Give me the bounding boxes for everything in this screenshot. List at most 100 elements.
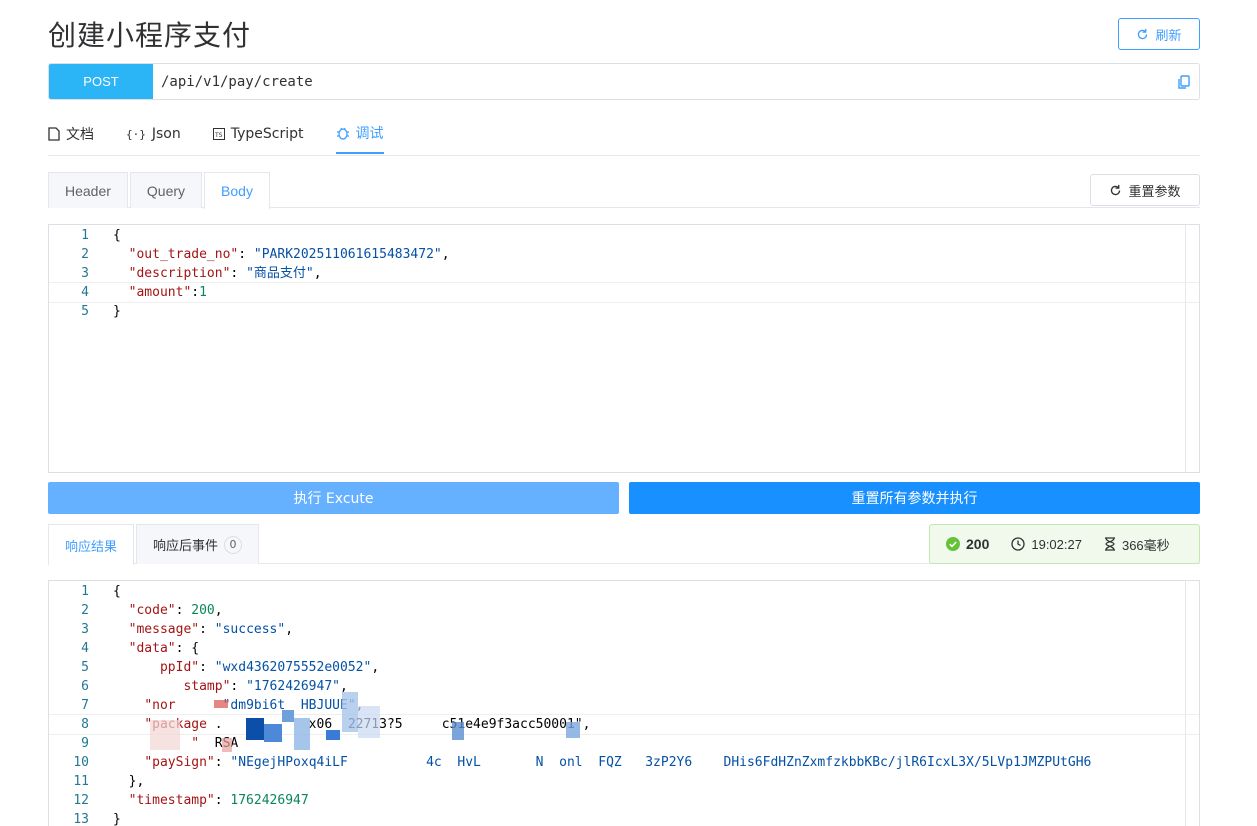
line-number: 12 [73,793,89,808]
tab-post-response-label: 响应后事件 [153,539,219,554]
refresh-icon [1138,28,1148,39]
code-line: 5 ppId": "wxd4362075552e0052", [49,658,1199,677]
tab-typescript[interactable]: TS TypeScript [212,114,304,154]
ts-icon: TS [212,128,225,140]
code-line: 9 " RSA [49,734,1199,753]
code-text: "out_trade_no": "PARK202511061615483472"… [128,247,450,262]
code-text: } [113,812,121,826]
code-line: 13} [49,810,1199,826]
code-line: 1{ [49,582,1199,601]
tab-post-response-events[interactable]: 响应后事件 0 [136,524,260,564]
code-line: 3 "message": "success", [49,620,1199,639]
code-text: "package . x06 22713?5 c51e4e9f3acc50001… [144,717,591,732]
tab-response-result[interactable]: 响应结果 [48,524,135,565]
status-code: 200 [966,536,990,552]
tab-debug-label: 调试 [355,126,384,142]
param-tabs: Header Query Body [48,172,1200,209]
code-text: "description": "商品支付", [128,266,322,281]
line-number: 1 [81,228,89,243]
line-number: 4 [81,641,89,656]
code-line: 11 }, [49,772,1199,791]
tab-json-label: Json [151,126,181,142]
line-number: 11 [73,774,89,789]
code-line: 2 "out_trade_no": "PARK20251106161548347… [49,245,1199,264]
line-number: 5 [81,660,89,675]
line-number: 4 [81,285,89,300]
code-text: "data": { [128,641,200,656]
line-number: 2 [81,247,89,262]
method-badge[interactable]: POST [49,64,153,99]
check-circle-icon [946,537,960,551]
tab-json[interactable]: {·} Json [126,114,181,154]
clock-icon [1011,537,1026,551]
line-number: 6 [81,679,89,694]
reset-params-button[interactable]: 重置参数 [1090,174,1200,206]
document-icon [48,127,60,141]
code-text: "code": 200, [128,603,223,618]
tab-response-result-label: 响应结果 [65,539,118,555]
code-text: "amount":1 [128,285,207,300]
code-text: "message": "success", [128,622,294,637]
line-number: 13 [73,812,89,826]
code-line: 3 "description": "商品支付", [49,264,1199,283]
tab-header[interactable]: Header [48,172,128,208]
page-title: 创建小程序支付 [48,19,252,52]
reset-icon [1111,184,1121,195]
code-line: 2 "code": 200, [49,601,1199,620]
svg-text:TS: TS [214,132,223,139]
tab-docs[interactable]: 文档 [48,114,94,154]
status-box: 200 19:02:27 366毫秒 [929,524,1200,564]
scrollbar[interactable] [1185,225,1199,472]
body-editor[interactable]: 1{ 2 "out_trade_no": "PARK20251106161548… [48,224,1200,473]
code-text: "nor "dm9bi6t HBJUUE", [144,698,364,713]
code-text: " RSA [144,736,239,751]
url-bar: POST /api/v1/pay/create [48,63,1200,100]
code-text: ppId": "wxd4362075552e0052", [144,660,380,675]
code-line: 8 "package . x06 22713?5 c51e4e9f3acc500… [49,714,1199,735]
code-line: 4 "amount":1 [49,282,1199,303]
code-line: 6 stamp": "1762426947", [49,677,1199,696]
hourglass-icon [1104,537,1115,551]
event-count-badge: 0 [224,535,243,554]
code-text: "paySign": "NEgejHPoxq4iLF 4c HvL N onl … [144,755,1092,770]
bug-icon [336,127,349,140]
scrollbar[interactable] [1185,581,1199,826]
code-text: "timestamp": 1762426947 [128,793,309,808]
line-number: 7 [81,698,89,713]
tab-debug[interactable]: 调试 [335,114,384,154]
code-line: 1{ [49,226,1199,245]
line-number: 3 [81,622,89,637]
line-number: 1 [81,584,89,599]
braces-icon: {·} [126,127,146,141]
response-duration: 366毫秒 [1121,537,1170,553]
code-text: } [113,304,121,319]
line-number: 2 [81,603,89,618]
line-number: 8 [81,717,89,732]
url-input[interactable]: /api/v1/pay/create [153,74,1169,90]
code-text: }, [113,774,145,789]
tab-query[interactable]: Query [129,172,203,208]
code-line: 10 "paySign": "NEgejHPoxq4iLF 4c HvL N o… [49,753,1199,772]
tab-body[interactable]: Body [204,172,270,209]
refresh-button[interactable]: 刷新 [1118,18,1200,50]
code-line: 5} [49,302,1199,321]
copy-icon[interactable] [1169,64,1199,99]
line-number: 3 [81,266,89,281]
response-editor[interactable]: 1{ 2 "code": 200, 3 "message": "success"… [48,580,1200,826]
response-time: 19:02:27 [1031,536,1082,552]
tab-typescript-label: TypeScript [230,126,304,142]
tab-docs-label: 文档 [66,127,94,143]
code-line: 7 "nor "dm9bi6t HBJUUE", [49,696,1199,715]
code-text: { [113,228,121,243]
line-number: 5 [81,304,89,319]
reset-params-label: 重置参数 [1128,184,1181,200]
line-number: 9 [81,736,89,751]
code-line: 4 "data": { [49,639,1199,658]
line-number: 10 [73,755,89,770]
refresh-label: 刷新 [1155,28,1182,44]
execute-button[interactable]: 执行 Excute [48,482,619,514]
code-text: stamp": "1762426947", [144,679,348,694]
code-line: 12 "timestamp": 1762426947 [49,791,1199,810]
reset-execute-button[interactable]: 重置所有参数并执行 [629,482,1200,514]
code-text: { [113,584,121,599]
